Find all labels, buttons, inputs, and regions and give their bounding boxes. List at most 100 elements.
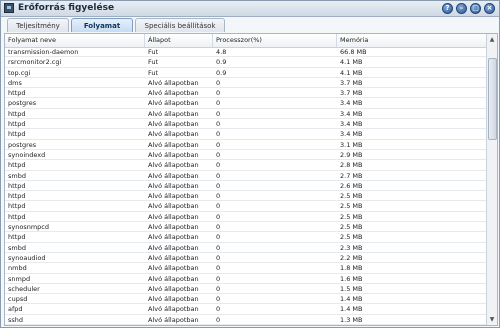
process-name-cell: nmbd (8, 264, 27, 273)
table-row[interactable]: snmpd Alvó állapotban 0 1.6 MB (5, 274, 487, 284)
process-name-cell: httpd (8, 202, 26, 211)
table-row[interactable]: httpd Alvó állapotban 0 2.5 MB (5, 191, 487, 202)
state-cell: Alvó állapotban (148, 89, 199, 98)
memory-cell: 1.5 MB (340, 284, 363, 293)
state-cell: Alvó állapotban (148, 181, 199, 190)
vertical-scrollbar[interactable]: ▲ ▼ (486, 34, 497, 325)
memory-cell: 2.7 MB (340, 171, 363, 180)
memory-cell: 2.3 MB (340, 243, 363, 252)
window-title: Erőforrás figyelése (18, 3, 115, 13)
memory-cell: 2.5 MB (340, 223, 363, 232)
table-row[interactable]: postgres Alvó állapotban 0 3.1 MB (5, 140, 487, 150)
table-row[interactable]: httpd Alvó állapotban 0 3.4 MB (5, 129, 487, 140)
table-row[interactable]: httpd Alvó állapotban 0 3.4 MB (5, 119, 487, 130)
state-cell: Alvó állapotban (148, 150, 199, 159)
cpu-cell: 0.9 (216, 68, 227, 77)
process-name-cell: httpd (8, 192, 26, 201)
title-bar[interactable]: Erőforrás figyelése ? – □ × (1, 1, 499, 17)
process-name-cell: smbd (8, 243, 26, 252)
state-cell: Alvó állapotban (148, 305, 199, 314)
cpu-cell: 0 (216, 78, 221, 87)
scroll-up-icon[interactable]: ▲ (488, 35, 496, 44)
memory-cell: 1.8 MB (340, 264, 363, 273)
table-row[interactable]: synoindexd Alvó állapotban 0 2.9 MB (5, 150, 487, 161)
memory-cell: 2.6 MB (340, 181, 363, 190)
column-header-state[interactable]: Állapot (145, 34, 213, 47)
memory-cell: 4.1 MB (340, 58, 363, 67)
memory-cell: 2.8 MB (340, 161, 363, 170)
table-row[interactable]: smbd Alvó állapotban 0 2.3 MB (5, 243, 487, 253)
memory-cell: 2.9 MB (340, 150, 363, 159)
cpu-cell: 0 (216, 192, 221, 201)
state-cell: Alvó állapotban (148, 140, 199, 149)
process-name-cell: top.cgi (8, 68, 31, 77)
tab-advanced-settings[interactable]: Speciális beállítások (135, 18, 225, 32)
memory-cell: 3.4 MB (340, 130, 363, 139)
cpu-cell: 0 (216, 202, 221, 211)
scroll-down-icon[interactable]: ▼ (488, 315, 496, 324)
state-cell: Fut (148, 58, 159, 67)
memory-cell: 2.5 MB (340, 192, 363, 201)
maximize-button[interactable]: □ (470, 3, 481, 14)
table-row[interactable]: transmission-daemon Fut 4.8 66.8 MB (5, 47, 487, 58)
cpu-cell: 0 (216, 120, 221, 129)
table-row[interactable]: scheduler Alvó állapotban 0 1.5 MB (5, 284, 487, 295)
cpu-cell: 0 (216, 130, 221, 139)
table-row[interactable]: cupsd Alvó állapotban 0 1.4 MB (5, 294, 487, 305)
state-cell: Alvó állapotban (148, 264, 199, 273)
table-row[interactable]: httpd Alvó állapotban 0 2.6 MB (5, 181, 487, 192)
process-name-cell: smbd (8, 171, 26, 180)
help-button[interactable]: ? (442, 3, 453, 14)
state-cell: Alvó állapotban (148, 253, 199, 262)
memory-cell: 3.1 MB (340, 140, 363, 149)
memory-cell: 3.4 MB (340, 99, 363, 108)
table-row[interactable]: rsrcmonitor2.cgi Fut 0.9 4.1 MB (5, 57, 487, 68)
cpu-cell: 0 (216, 223, 221, 232)
table-row[interactable]: nmbd Alvó állapotban 0 1.8 MB (5, 263, 487, 274)
cpu-cell: 0 (216, 253, 221, 262)
column-header-memory[interactable]: Memória (337, 34, 487, 47)
tab-performance[interactable]: Teljesítmény (7, 18, 69, 32)
cpu-cell: 0.9 (216, 58, 227, 67)
table-row[interactable]: httpd Alvó állapotban 0 2.5 MB (5, 201, 487, 212)
state-cell: Alvó állapotban (148, 284, 199, 293)
process-name-cell: synosnmpcd (8, 223, 49, 232)
scroll-thumb[interactable] (488, 58, 497, 140)
table-row[interactable]: httpd Alvó állapotban 0 3.7 MB (5, 88, 487, 99)
process-name-cell: sshd (8, 315, 24, 324)
table-row[interactable]: afpd Alvó állapotban 0 1.4 MB (5, 304, 487, 315)
cpu-cell: 0 (216, 243, 221, 252)
minimize-button[interactable]: – (456, 3, 467, 14)
process-name-cell: transmission-daemon (8, 48, 79, 56)
process-name-cell: httpd (8, 130, 26, 139)
memory-cell: 66.8 MB (340, 48, 367, 56)
resource-monitor-icon (4, 3, 14, 13)
table-row[interactable]: top.cgi Fut 0.9 4.1 MB (5, 68, 487, 78)
grid-header: Folyamat neve Állapot Processzor(%) Memó… (5, 34, 487, 48)
state-cell: Alvó állapotban (148, 233, 199, 242)
table-row[interactable]: postgres Alvó állapotban 0 3.4 MB (5, 98, 487, 109)
table-row[interactable]: synoaudiod Alvó állapotban 0 2.2 MB (5, 253, 487, 264)
column-header-cpu[interactable]: Processzor(%) (213, 34, 337, 47)
process-name-cell: httpd (8, 161, 26, 170)
table-row[interactable]: httpd Alvó állapotban 0 2.5 MB (5, 232, 487, 243)
memory-cell: 3.7 MB (340, 89, 363, 98)
table-row[interactable]: httpd Alvó állapotban 0 2.8 MB (5, 160, 487, 171)
cpu-cell: 0 (216, 264, 221, 273)
table-row[interactable]: synosnmpcd Alvó állapotban 0 2.5 MB (5, 222, 487, 233)
table-row[interactable]: smbd Alvó állapotban 0 2.7 MB (5, 171, 487, 181)
column-header-process-name[interactable]: Folyamat neve (5, 34, 145, 47)
table-row[interactable]: httpd Alvó állapotban 0 2.5 MB (5, 212, 487, 223)
process-name-cell: scheduler (8, 284, 40, 293)
table-row[interactable]: dms Alvó állapotban 0 3.7 MB (5, 78, 487, 89)
tab-process[interactable]: Folyamat (71, 18, 133, 32)
cpu-cell: 0 (216, 274, 221, 283)
memory-cell: 2.2 MB (340, 253, 363, 262)
table-row[interactable]: httpd Alvó állapotban 0 3.4 MB (5, 109, 487, 120)
table-row[interactable]: sshd Alvó állapotban 0 1.3 MB (5, 315, 487, 326)
memory-cell: 1.6 MB (340, 274, 363, 283)
state-cell: Alvó állapotban (148, 223, 199, 232)
state-cell: Alvó állapotban (148, 274, 199, 283)
close-button[interactable]: × (484, 3, 495, 14)
process-name-cell: httpd (8, 212, 26, 221)
